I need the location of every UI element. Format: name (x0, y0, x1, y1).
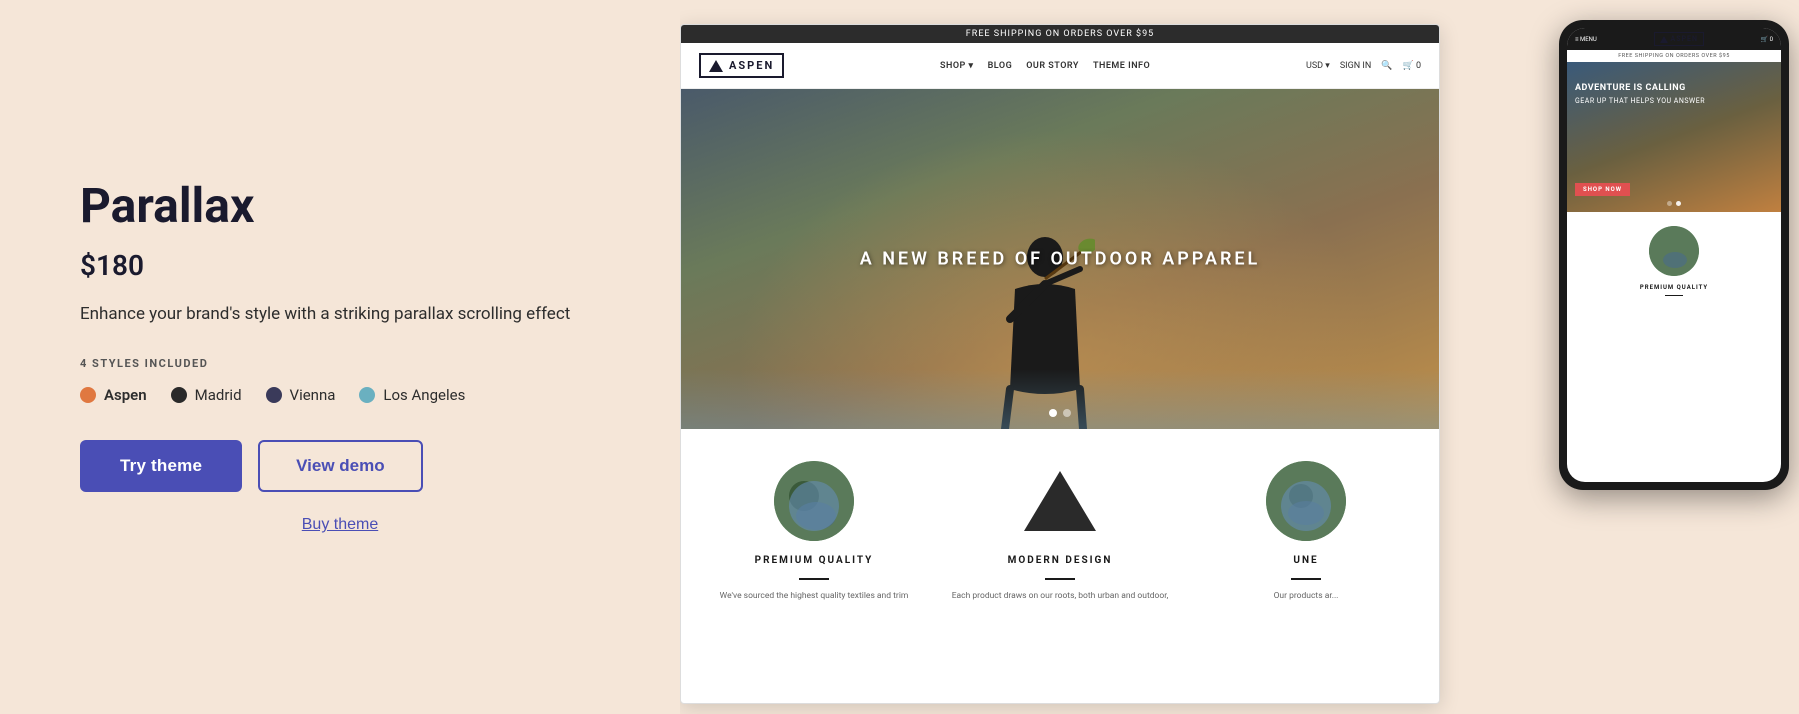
search-icon[interactable]: 🔍 (1381, 61, 1392, 71)
feature-image-premium (774, 461, 854, 541)
feature-text-une: Our products ar... (1274, 590, 1339, 603)
aspen-logo-icon (709, 60, 723, 72)
mobile-shipping-bar: FREE SHIPPING ON ORDERS OVER $95 (1567, 50, 1781, 62)
mobile-dot-1 (1667, 201, 1672, 206)
feature-modern-design: MODERN DESIGN Each product draws on our … (947, 461, 1173, 603)
mobile-feature-item: PREMIUM QUALITY (1575, 226, 1773, 300)
feature-text-modern: Each product draws on our roots, both ur… (952, 590, 1169, 603)
feature-text-premium: We've sourced the highest quality textil… (720, 590, 909, 603)
mobile-dots (1667, 201, 1681, 206)
feature-image-modern (1020, 461, 1100, 541)
mobile-feature-line (1665, 295, 1683, 296)
feature-image-une (1266, 461, 1346, 541)
mobile-hero-text: ADVENTURE IS CALLING GEAR UP THAT HELPS … (1575, 82, 1773, 106)
feature-premium-quality: PREMIUM QUALITY We've sourced the highes… (701, 461, 927, 603)
style-options: Aspen Madrid Vienna Los Angeles (80, 386, 600, 404)
feature-title-une: UNE (1293, 555, 1318, 566)
style-dot-aspen (80, 387, 96, 403)
style-option-madrid[interactable]: Madrid (171, 386, 242, 404)
style-label-los-angeles: Los Angeles (383, 386, 465, 404)
hero-text: A NEW BREED OF OUTDOOR APPAREL (860, 249, 1261, 270)
nav-signin[interactable]: SIGN IN (1340, 61, 1371, 71)
desktop-features: PREMIUM QUALITY We've sourced the highes… (681, 429, 1439, 623)
nav-shop[interactable]: SHOP ▾ (940, 61, 974, 71)
theme-price: $180 (80, 249, 600, 282)
hero-dot-1[interactable] (1049, 409, 1057, 417)
style-label-madrid: Madrid (195, 386, 242, 404)
style-option-aspen[interactable]: Aspen (80, 386, 147, 404)
mobile-hero-title: ADVENTURE IS CALLING (1575, 82, 1773, 95)
hero-water (681, 369, 1439, 429)
style-label-aspen: Aspen (104, 386, 147, 404)
nav-blog[interactable]: BLOG (988, 61, 1013, 71)
desktop-navbar: ASPEN SHOP ▾ BLOG OUR STORY THEME INFO U… (681, 43, 1439, 89)
desktop-preview: FREE SHIPPING ON ORDERS OVER $95 ASPEN S… (680, 24, 1440, 704)
mobile-hero: ADVENTURE IS CALLING GEAR UP THAT HELPS … (1567, 62, 1781, 212)
hero-dot-2[interactable] (1063, 409, 1071, 417)
theme-title: Parallax (80, 180, 600, 233)
style-option-los-angeles[interactable]: Los Angeles (359, 386, 465, 404)
style-option-vienna[interactable]: Vienna (266, 386, 336, 404)
hero-dots (1049, 409, 1071, 417)
mobile-topbar: ≡ MENU ASPEN 🛒 0 (1567, 28, 1781, 50)
mobile-cart-icon[interactable]: 🛒 0 (1761, 36, 1773, 43)
mobile-dot-2 (1676, 201, 1681, 206)
desktop-logo: ASPEN (699, 53, 784, 78)
feature-triangle-icon (1024, 471, 1096, 531)
right-panel: FREE SHIPPING ON ORDERS OVER $95 ASPEN S… (680, 0, 1799, 714)
button-row: Try theme View demo (80, 440, 600, 492)
mobile-device: ≡ MENU ASPEN 🛒 0 FREE SHIPPING ON ORDERS… (1559, 20, 1789, 490)
feature-divider-modern (1045, 578, 1075, 580)
mobile-hero-subtitle: GEAR UP THAT HELPS YOU ANSWER (1575, 97, 1773, 107)
style-dot-los-angeles (359, 387, 375, 403)
mobile-menu-label: ≡ MENU (1575, 36, 1597, 43)
desktop-shipping-bar: FREE SHIPPING ON ORDERS OVER $95 (681, 25, 1439, 43)
theme-description: Enhance your brand's style with a striki… (80, 302, 600, 328)
mobile-features: PREMIUM QUALITY (1567, 212, 1781, 310)
desktop-nav-right: USD ▾ SIGN IN 🔍 🛒 0 (1306, 61, 1421, 71)
feature-title-premium: PREMIUM QUALITY (755, 555, 874, 566)
desktop-nav-links: SHOP ▾ BLOG OUR STORY THEME INFO (940, 61, 1150, 71)
aspen-logo-text: ASPEN (729, 59, 774, 72)
view-demo-button[interactable]: View demo (258, 440, 423, 492)
mobile-logo: ASPEN (1654, 32, 1704, 46)
mobile-logo-icon (1660, 36, 1668, 43)
feature-une: UNE Our products ar... (1193, 461, 1419, 603)
nav-our-story[interactable]: OUR STORY (1026, 61, 1079, 71)
feature-divider-premium (799, 578, 829, 580)
mobile-feature-title: PREMIUM QUALITY (1640, 284, 1708, 291)
cart-icon[interactable]: 🛒 0 (1403, 61, 1422, 71)
styles-label: 4 STYLES INCLUDED (80, 357, 600, 370)
mobile-screen: ≡ MENU ASPEN 🛒 0 FREE SHIPPING ON ORDERS… (1567, 28, 1781, 482)
mobile-logo-text: ASPEN (1671, 35, 1698, 43)
style-dot-madrid (171, 387, 187, 403)
mobile-feature-circle (1649, 226, 1699, 276)
feature-title-modern: MODERN DESIGN (1008, 555, 1113, 566)
style-dot-vienna (266, 387, 282, 403)
nav-usd[interactable]: USD ▾ (1306, 61, 1330, 71)
try-theme-button[interactable]: Try theme (80, 440, 242, 492)
nav-theme-info[interactable]: THEME INFO (1093, 61, 1150, 71)
feature-divider-une (1291, 578, 1321, 580)
desktop-hero: A NEW BREED OF OUTDOOR APPAREL (681, 89, 1439, 429)
style-label-vienna: Vienna (290, 386, 336, 404)
buy-theme-button[interactable]: Buy theme (80, 516, 600, 534)
mobile-shop-now-button[interactable]: SHOP NOW (1575, 183, 1630, 196)
left-panel: Parallax $180 Enhance your brand's style… (0, 0, 680, 714)
